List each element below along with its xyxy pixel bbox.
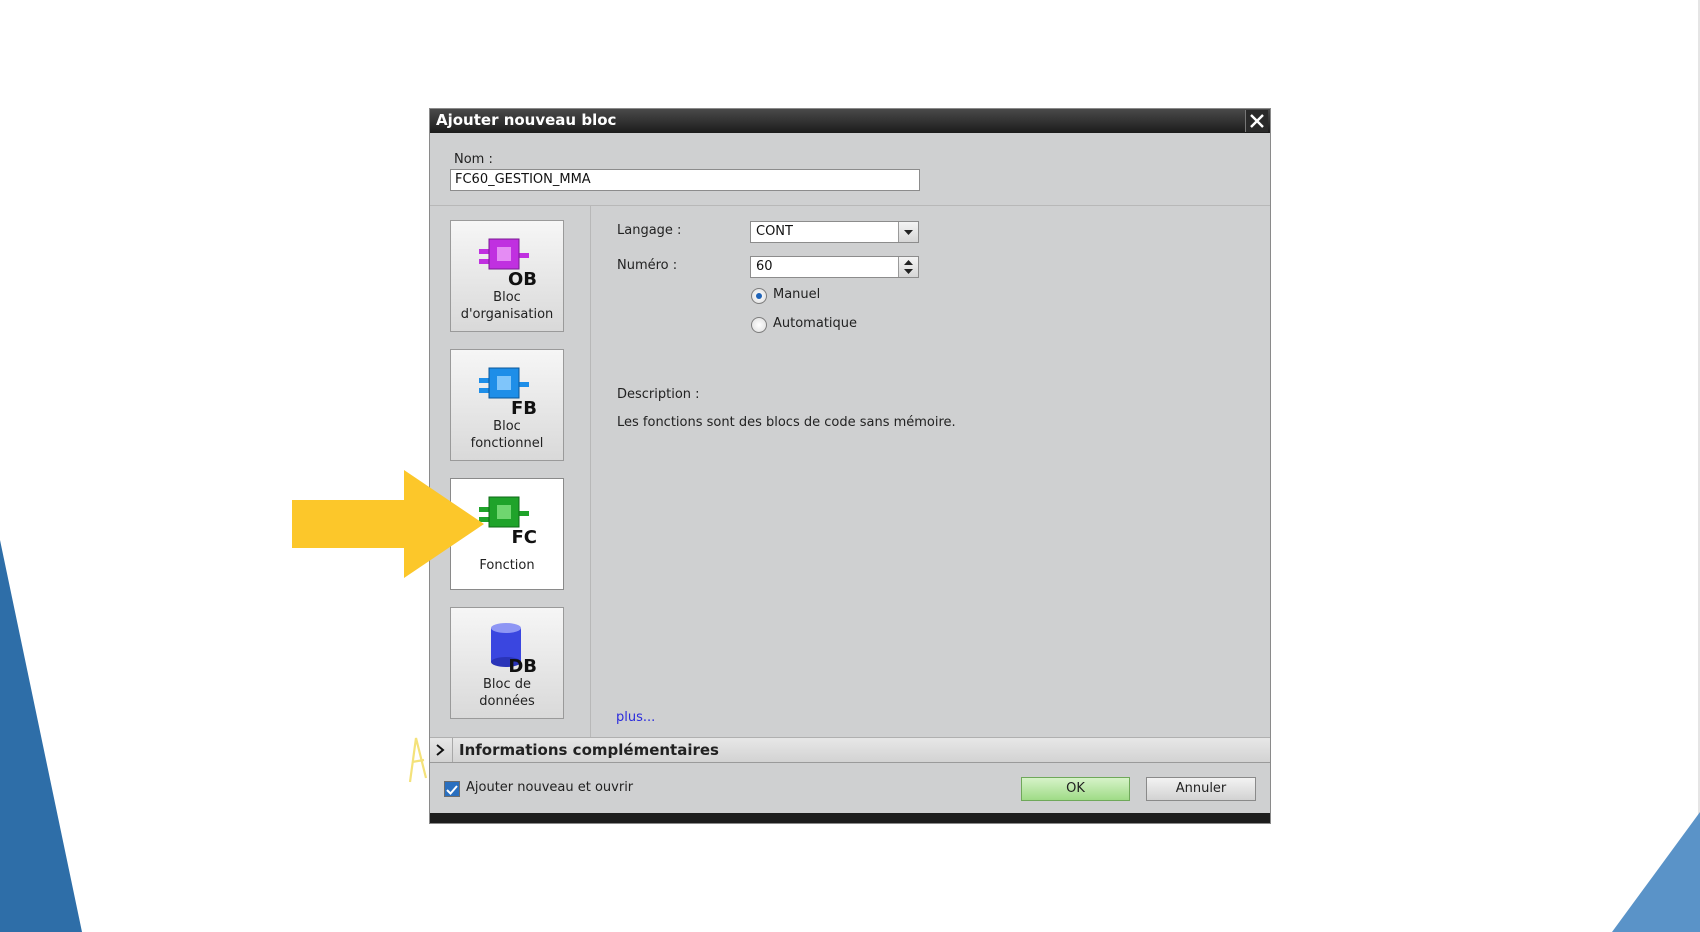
language-value: CONT — [756, 224, 793, 239]
fb-badge: FB — [511, 398, 537, 416]
add-and-open-label: Ajouter nouveau et ouvrir — [466, 780, 634, 795]
block-ob-label-2: d'organisation — [460, 307, 554, 322]
dialog-bottom-edge — [430, 813, 1270, 823]
dropdown-button[interactable] — [898, 222, 918, 242]
ok-button[interactable]: OK — [1021, 777, 1130, 801]
block-fb-label-1: Bloc — [493, 419, 521, 434]
db-badge: DB — [508, 656, 537, 674]
handwritten-mark — [408, 737, 428, 783]
fc-badge: FC — [511, 527, 537, 545]
block-type-db-button[interactable]: DB Bloc de données — [450, 607, 564, 719]
slide-decoration-left — [0, 540, 82, 932]
function-icon: FC — [479, 496, 537, 545]
checkmark-icon — [446, 785, 458, 795]
radio-manual-label: Manuel — [773, 287, 821, 302]
number-spinner[interactable]: 60 — [750, 256, 919, 278]
block-ob-label-1: Bloc — [493, 290, 521, 305]
number-label: Numéro : — [617, 258, 678, 273]
name-label: Nom : — [454, 152, 493, 167]
additional-info-bar[interactable]: Informations complémentaires — [430, 737, 1270, 763]
close-icon — [1250, 114, 1264, 128]
spinner-buttons[interactable] — [898, 257, 918, 277]
number-value: 60 — [756, 259, 773, 274]
block-db-label-2: données — [479, 694, 535, 709]
language-dropdown[interactable]: CONT — [750, 221, 919, 243]
block-fb-label-2: fonctionnel — [470, 436, 544, 451]
block-db-label-1: Bloc de — [482, 677, 531, 692]
data-block-icon: DB — [491, 623, 537, 674]
dialog-title: Ajouter nouveau bloc — [436, 111, 617, 129]
more-link[interactable]: plus... — [616, 710, 655, 725]
description-text: Les fonctions sont des blocs de code san… — [617, 415, 956, 430]
chevron-right-icon[interactable] — [433, 742, 447, 758]
radio-automatic-label: Automatique — [773, 316, 858, 331]
radio-selected-dot — [756, 293, 762, 299]
description-label: Description : — [617, 387, 700, 402]
dialog-titlebar: Ajouter nouveau bloc — [430, 109, 1270, 133]
language-label: Langage : — [617, 223, 682, 238]
organization-block-icon: OB — [479, 238, 537, 287]
block-type-ob-button[interactable]: OB Bloc d'organisation — [450, 220, 564, 332]
radio-manual[interactable] — [751, 288, 767, 304]
pointer-arrow-icon — [292, 470, 484, 578]
close-button[interactable] — [1245, 110, 1268, 132]
name-field[interactable]: FC60_GESTION_MMA — [450, 169, 920, 191]
slide-decoration-right — [1612, 812, 1700, 932]
ob-badge: OB — [508, 269, 537, 287]
spinner-arrows-icon — [904, 260, 913, 274]
function-block-icon: FB — [479, 367, 537, 416]
additional-info-label: Informations complémentaires — [459, 741, 719, 759]
radio-automatic[interactable] — [751, 317, 767, 333]
cancel-button[interactable]: Annuler — [1146, 777, 1256, 801]
info-bar-divider — [452, 738, 453, 762]
chevron-down-icon — [904, 230, 913, 235]
add-block-dialog: Ajouter nouveau bloc Nom : FC60_GESTION_… — [430, 109, 1270, 823]
add-and-open-checkbox[interactable] — [444, 781, 460, 797]
block-type-fb-button[interactable]: FB Bloc fonctionnel — [450, 349, 564, 461]
